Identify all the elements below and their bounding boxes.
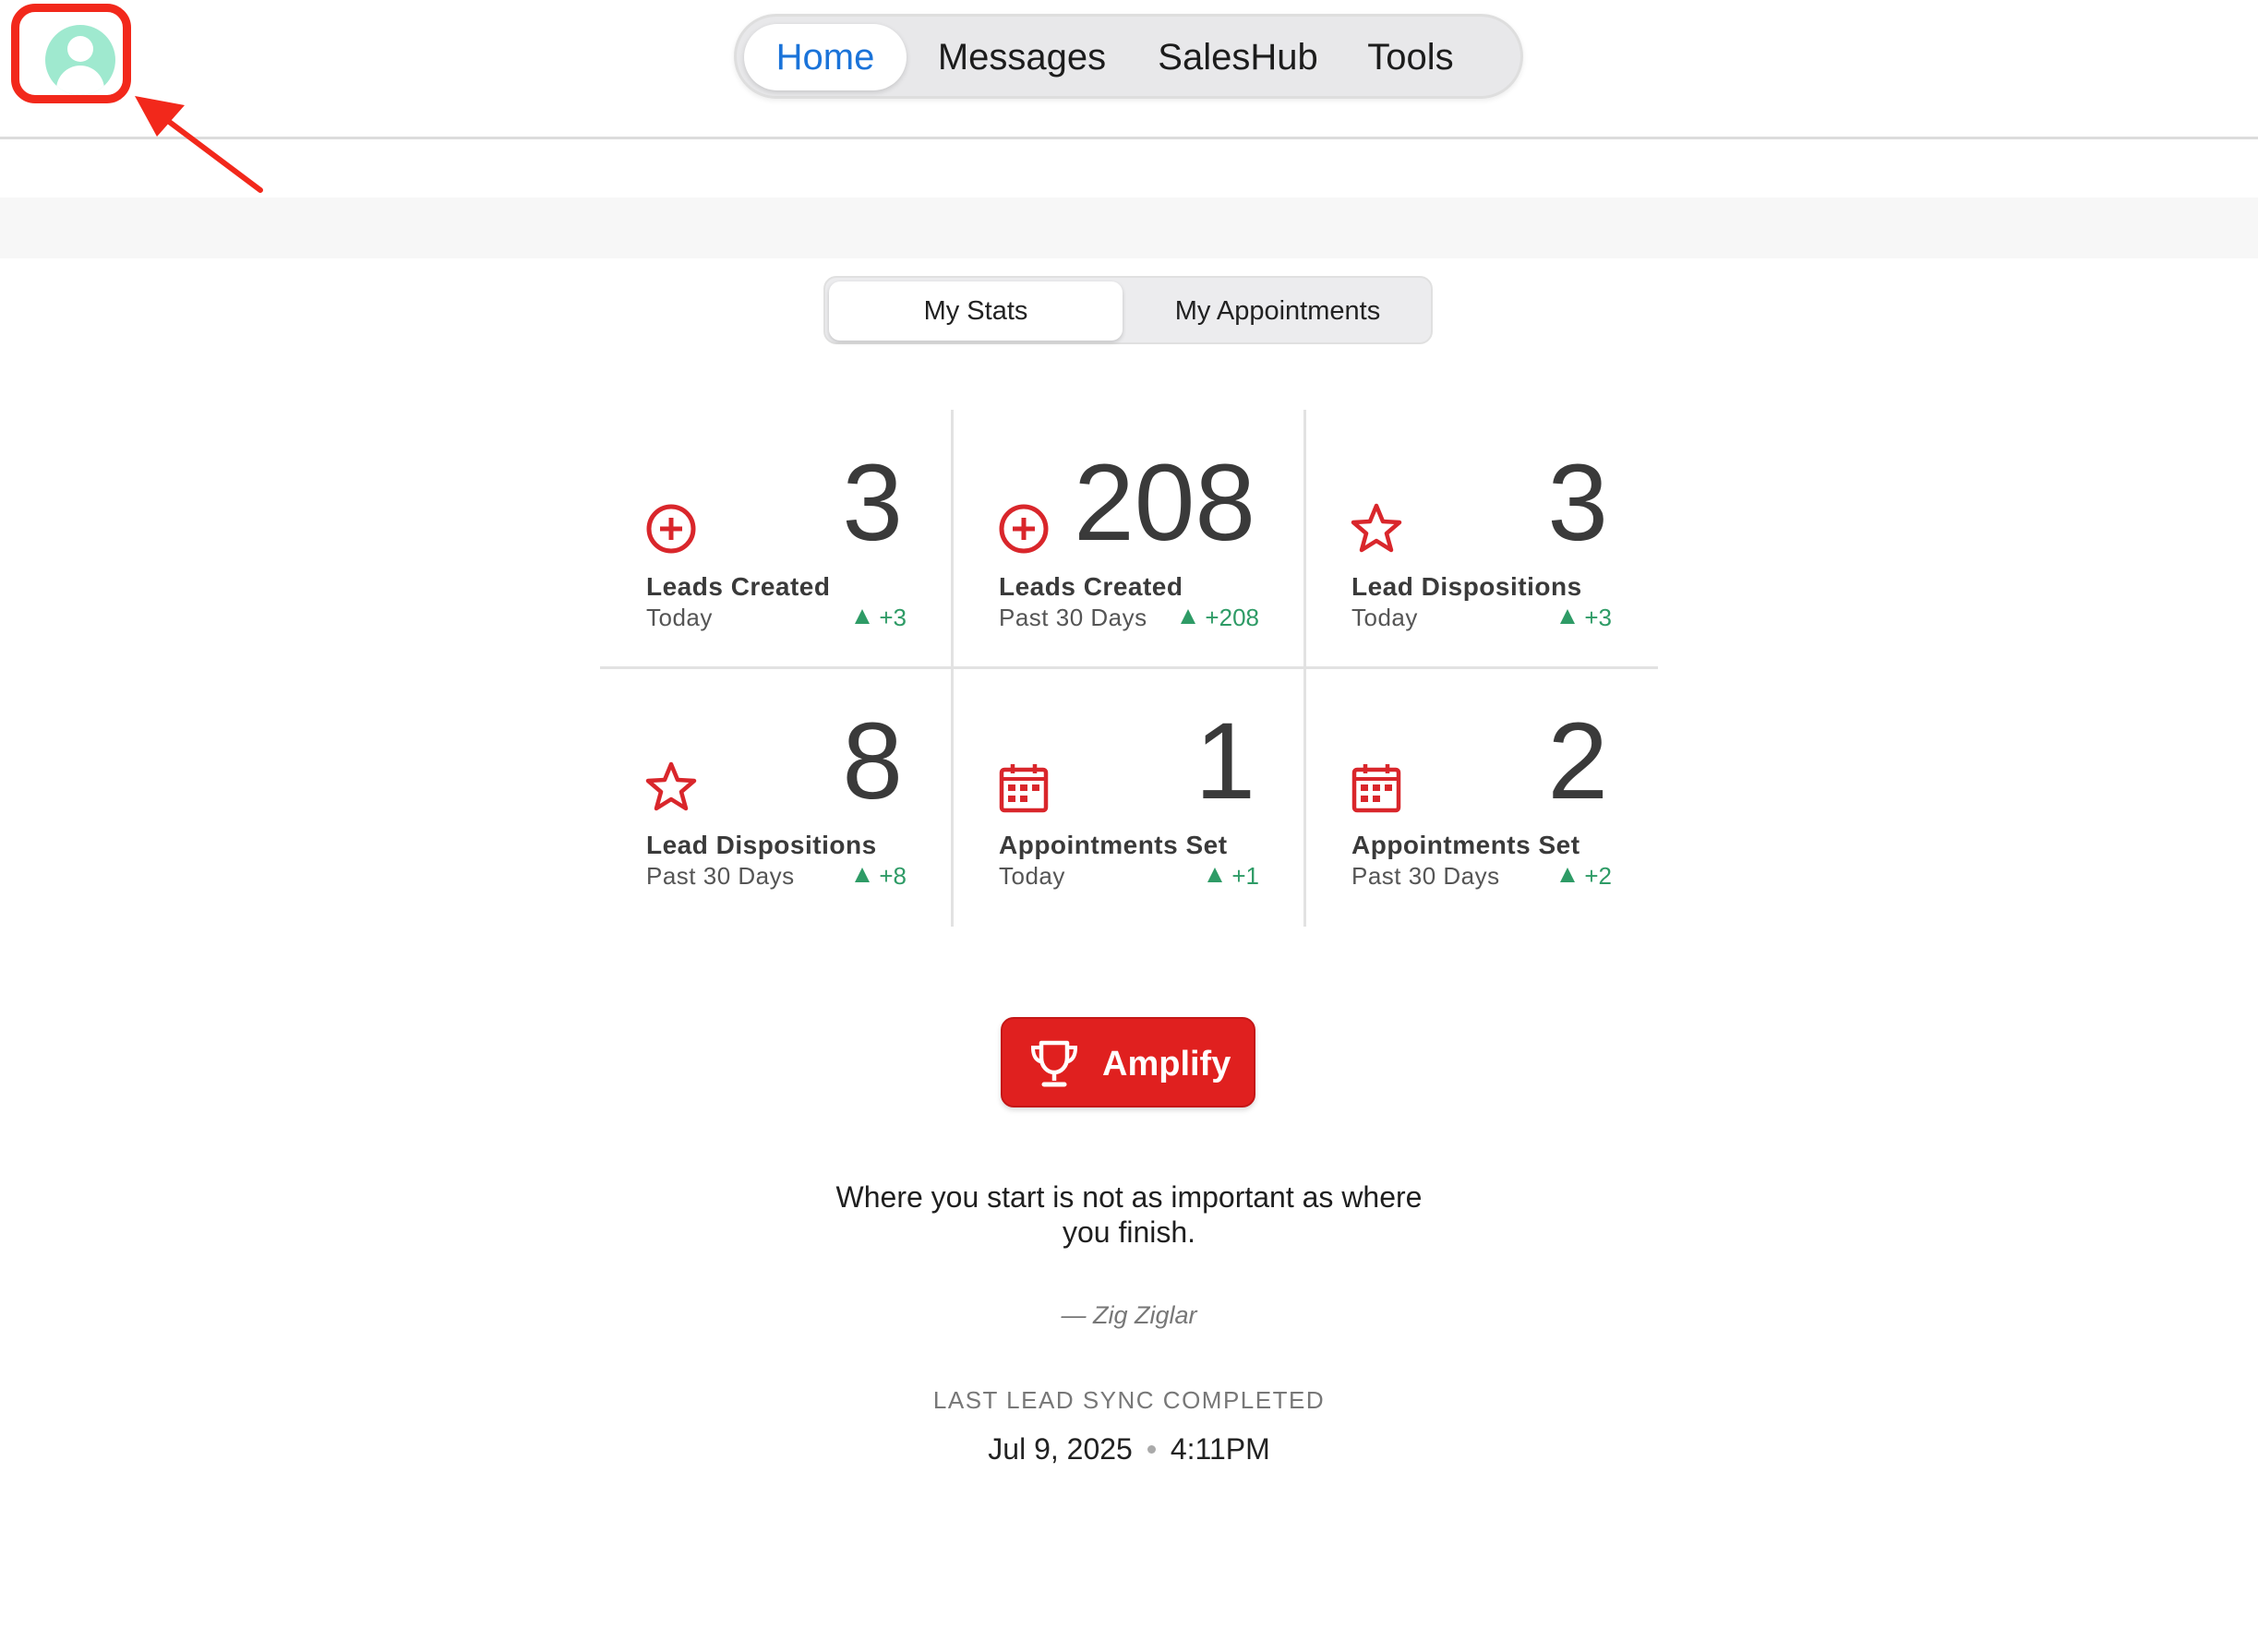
sync-date: Jul 9, 2025 (988, 1432, 1133, 1466)
stat-card-leads-30days[interactable]: 208 Leads Created Past 30 Days +208 (953, 410, 1305, 668)
star-icon (1351, 503, 1402, 553)
stat-value: 208 (1074, 442, 1255, 564)
quote-author: — Zig Ziglar (1061, 1301, 1197, 1329)
up-triangle-icon (1207, 868, 1223, 882)
calendar-icon (999, 764, 1049, 813)
stat-delta-value: +1 (1231, 862, 1259, 890)
stat-card-appointments-today[interactable]: 1 Appointments Set Today +1 (953, 668, 1305, 927)
tab-messages[interactable]: Messages (925, 24, 1119, 90)
stat-delta-value: +3 (879, 604, 907, 631)
up-triangle-icon (855, 609, 871, 624)
stats-segmented-control: My Stats My Appointments (823, 276, 1433, 344)
amplify-label: Amplify (1102, 1045, 1231, 1083)
avatar-highlight-box (11, 4, 131, 103)
stat-period: Past 30 Days (1351, 862, 1500, 890)
stat-value: 3 (842, 442, 903, 564)
stat-card-dispositions-today[interactable]: 3 Lead Dispositions Today +3 (1305, 410, 1658, 668)
stat-value: 2 (1547, 700, 1608, 822)
calendar-icon (1351, 764, 1401, 813)
up-triangle-icon (1181, 609, 1196, 624)
star-icon (645, 761, 697, 811)
sync-timestamp: Jul 9, 2025 4:11PM (812, 1432, 1446, 1466)
main-nav: Home Messages SalesHub Tools (734, 14, 1523, 99)
tab-tools[interactable]: Tools (1346, 24, 1475, 90)
stat-delta-value: +3 (1584, 604, 1612, 631)
tab-home[interactable]: Home (744, 24, 907, 90)
stat-value: 3 (1547, 442, 1608, 564)
trophy-icon (1030, 1040, 1078, 1087)
stats-grid: 3 Leads Created Today +3 208 Leads Creat… (600, 410, 1658, 927)
stat-card-leads-today[interactable]: 3 Leads Created Today +3 (600, 410, 953, 668)
plus-circle-icon (999, 504, 1049, 554)
stat-label: Lead Dispositions (1351, 572, 1582, 601)
stat-period: Today (1351, 604, 1418, 631)
avatar-body (56, 66, 104, 95)
stat-period: Today (646, 604, 713, 631)
stat-delta: +3 (1560, 604, 1612, 632)
stat-delta: +8 (855, 862, 907, 891)
up-triangle-icon (1560, 609, 1576, 624)
sync-status-title: LAST LEAD SYNC COMPLETED (932, 1386, 1326, 1414)
stat-delta-value: +2 (1584, 862, 1612, 890)
stat-label: Appointments Set (1351, 831, 1580, 859)
stat-delta: +1 (1207, 862, 1259, 891)
stat-delta: +2 (1560, 862, 1612, 891)
stat-delta-value: +208 (1205, 604, 1259, 631)
amplify-button[interactable]: Amplify (1001, 1017, 1255, 1107)
stat-period: Past 30 Days (999, 604, 1147, 631)
stat-label: Leads Created (646, 572, 831, 601)
stat-label: Leads Created (999, 572, 1183, 601)
stat-label: Lead Dispositions (646, 831, 877, 859)
stat-delta: +208 (1181, 604, 1259, 632)
avatar[interactable] (45, 25, 115, 95)
header-band (0, 198, 2258, 258)
segment-my-appointments[interactable]: My Appointments (1130, 281, 1425, 341)
separator-dot (1147, 1445, 1156, 1454)
up-triangle-icon (1560, 868, 1576, 882)
stat-delta-value: +8 (879, 862, 907, 890)
up-triangle-icon (855, 868, 871, 882)
stat-period: Past 30 Days (646, 862, 795, 890)
stat-label: Appointments Set (999, 831, 1228, 859)
top-bar: Home Messages SalesHub Tools (0, 0, 2258, 139)
stat-period: Today (999, 862, 1065, 890)
stat-value: 8 (842, 700, 903, 822)
sync-time-value: 4:11PM (1170, 1432, 1270, 1466)
stat-delta: +3 (855, 604, 907, 632)
stat-value: 1 (1195, 700, 1255, 822)
plus-circle-icon (646, 504, 696, 554)
stat-card-appointments-30days[interactable]: 2 Appointments Set Past 30 Days +2 (1305, 668, 1658, 927)
avatar-head (67, 36, 93, 62)
segment-my-stats[interactable]: My Stats (829, 281, 1123, 341)
tab-saleshub[interactable]: SalesHub (1150, 24, 1326, 90)
home-screen: Home Messages SalesHub Tools My Stats My… (0, 0, 2258, 1652)
annotation-arrow-icon (135, 96, 263, 193)
motivational-quote: Where you start is not as important as w… (835, 1180, 1423, 1249)
stat-card-dispositions-30days[interactable]: 8 Lead Dispositions Past 30 Days +8 (600, 668, 953, 927)
